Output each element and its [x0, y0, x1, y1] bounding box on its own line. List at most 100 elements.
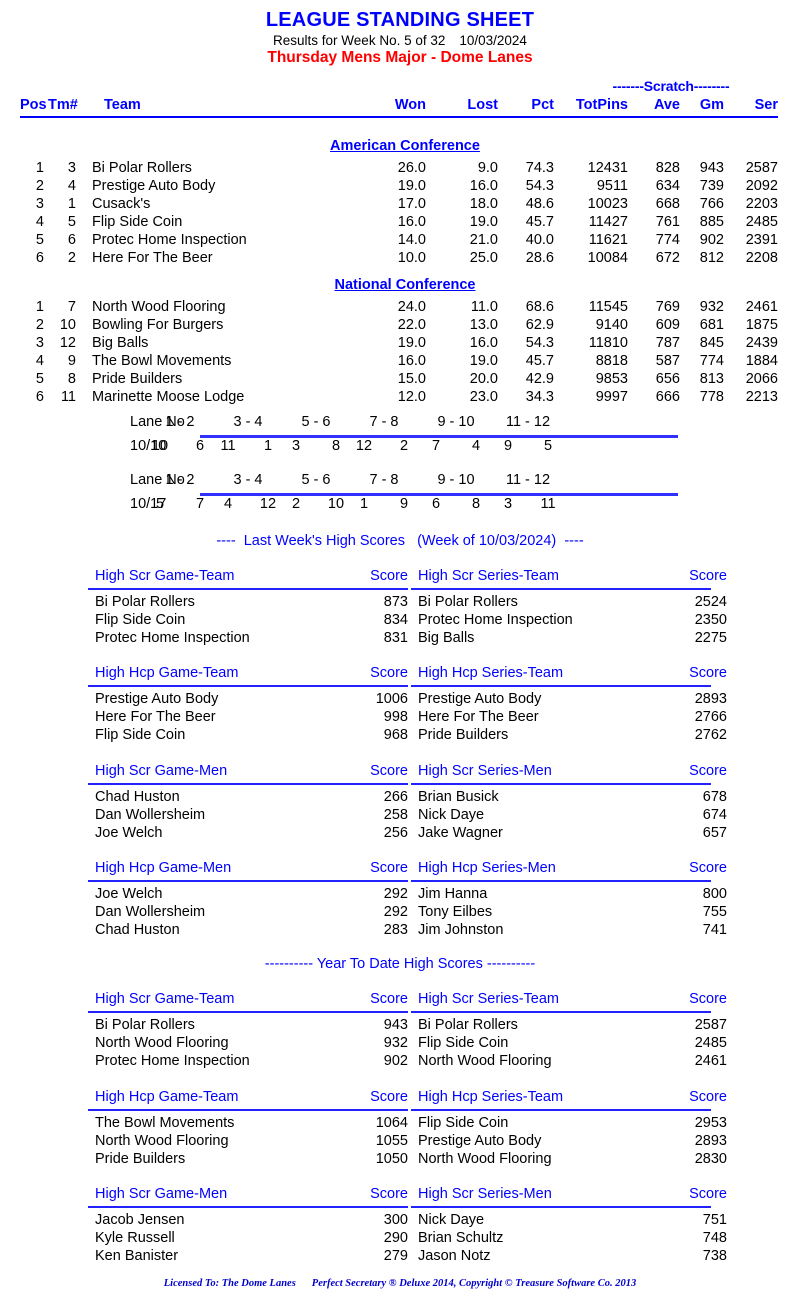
cell-ave: 587 — [655, 353, 680, 369]
cell-lost: 16.0 — [469, 335, 498, 351]
score-entry-value: 831 — [383, 630, 408, 646]
cell-won: 19.0 — [397, 178, 426, 194]
cell-ave: 656 — [655, 371, 680, 387]
cell-pos: 3 — [35, 196, 44, 212]
cell-gm: 774 — [699, 353, 724, 369]
year-to-date-banner: ---------- Year To Date High Scores ----… — [264, 956, 536, 972]
cell-won: 14.0 — [397, 232, 426, 248]
cell-totpins: 9140 — [595, 317, 628, 333]
cell-pct: 28.6 — [525, 250, 554, 266]
cell-ser: 2066 — [745, 371, 778, 387]
score-entry-value: 932 — [383, 1035, 408, 1051]
score-entry-name: Protec Home Inspection — [418, 612, 573, 628]
cell-gm: 885 — [699, 214, 724, 230]
score-entry-value: 2893 — [694, 1133, 727, 1149]
cell-team-number: 2 — [67, 250, 76, 266]
lane-pair-header-5: 9 - 10 — [437, 414, 475, 430]
banner-week: (Week of 10/03/2024) — [417, 533, 557, 549]
cell-won: 16.0 — [397, 353, 426, 369]
score-entry-name: North Wood Flooring — [95, 1133, 229, 1149]
cell-lost: 19.0 — [469, 214, 498, 230]
table-row: 3 12 Big Balls 19.0 16.0 54.3 11810 787 845 2439 — [0, 335, 800, 353]
score-entry-name: Nick Daye — [418, 1212, 485, 1228]
conference-title-1: American Conference — [330, 138, 480, 154]
cell-ave: 787 — [655, 335, 680, 351]
cell-won: 16.0 — [397, 214, 426, 230]
score-entry-value: 292 — [383, 886, 408, 902]
last-week-left-title-2: High Hcp Game-Team — [95, 665, 239, 681]
score-entry-value: 873 — [383, 594, 408, 610]
score-entry-value: 1055 — [375, 1133, 408, 1149]
year-to-date-left-title-2: High Hcp Game-Team — [95, 1089, 239, 1105]
banner-dashes-right: ---- — [564, 533, 584, 549]
cell-gm: 943 — [699, 160, 724, 176]
table-row: 6 11 Marinette Moose Lodge 12.0 23.0 34.3 9997… — [0, 389, 800, 407]
results-week-text: Results for Week No. 5 of 32 — [273, 33, 446, 48]
score-entry-name: Flip Side Coin — [95, 727, 186, 743]
cell-pct: 54.3 — [525, 335, 554, 351]
score-entry-name: Dan Wollersheim — [95, 904, 206, 920]
cell-lost: 19.0 — [469, 353, 498, 369]
year-to-date-right-title-2: High Hcp Series-Team — [418, 1089, 564, 1105]
year-to-date-left-score-header-3: Score — [370, 1186, 408, 1202]
year-to-date-right-rule-2 — [411, 1109, 711, 1111]
standings-header-rule — [20, 116, 778, 118]
cell-pct: 42.9 — [525, 371, 554, 387]
score-entry-value: 2587 — [694, 1017, 727, 1033]
cell-lost: 13.0 — [469, 317, 498, 333]
last-week-left-rule-1 — [88, 588, 408, 590]
table-row: 2 10 Bowling For Burgers 22.0 13.0 62.9 9140 60… — [0, 317, 800, 335]
lane-team-number: 5 — [155, 496, 165, 512]
cell-team-name: Pride Builders — [92, 371, 183, 387]
league-standing-sheet: LEAGUE STANDING SHEET Results for Week N… — [0, 0, 800, 1302]
footer: Licensed To: The Dome Lanes Perfect Secre… — [0, 1278, 800, 1289]
cell-won: 26.0 — [397, 160, 426, 176]
cell-team-name: North Wood Flooring — [92, 299, 226, 315]
score-entry-name: Bi Polar Rollers — [95, 1017, 195, 1033]
cell-gm: 813 — [699, 371, 724, 387]
score-entry-name: Joe Welch — [95, 825, 163, 841]
cell-lost: 9.0 — [477, 160, 498, 176]
last-week-right-score-header-1: Score — [689, 568, 727, 584]
lane-team-number: 11 — [540, 496, 556, 512]
score-entry-value: 2524 — [694, 594, 727, 610]
table-row: 5 8 Pride Builders 15.0 20.0 42.9 9853 656 813 20… — [0, 371, 800, 389]
cell-pos: 4 — [35, 214, 44, 230]
cell-ser: 2208 — [745, 250, 778, 266]
cell-won: 22.0 — [397, 317, 426, 333]
cell-ser: 2485 — [745, 214, 778, 230]
cell-gm: 778 — [699, 389, 724, 405]
lane-team-number: 3 — [291, 438, 301, 454]
score-entry-name: Pride Builders — [418, 727, 509, 743]
cell-team-number: 10 — [59, 317, 76, 333]
column-header-lost: Lost — [467, 97, 498, 113]
cell-ser: 2391 — [745, 232, 778, 248]
cell-pos: 2 — [35, 178, 44, 194]
cell-team-name: The Bowl Movements — [92, 353, 232, 369]
score-entry-value: 290 — [383, 1230, 408, 1246]
cell-lost: 20.0 — [469, 371, 498, 387]
lane-team-number: 6 — [431, 496, 441, 512]
conference-title-2: National Conference — [334, 277, 476, 293]
cell-ser: 2092 — [745, 178, 778, 194]
cell-pct: 45.7 — [525, 214, 554, 230]
cell-pos: 4 — [35, 353, 44, 369]
score-entry-name: Here For The Beer — [418, 709, 539, 725]
table-row: 3 1 Cusack's 17.0 18.0 48.6 10023 668 766 2203 — [0, 196, 800, 214]
cell-totpins: 12431 — [587, 160, 628, 176]
scratch-caption: -------Scratch-------- — [612, 78, 730, 94]
cell-lost: 25.0 — [469, 250, 498, 266]
cell-lost: 16.0 — [469, 178, 498, 194]
cell-totpins: 11810 — [588, 335, 628, 351]
year-to-date-right-title-3: High Scr Series-Men — [418, 1186, 552, 1202]
cell-pct: 62.9 — [525, 317, 554, 333]
score-entry-value: 256 — [383, 825, 408, 841]
score-entry-value: 2762 — [694, 727, 727, 743]
column-header-tmnum: Tm# — [48, 97, 78, 113]
year-to-date-left-rule-2 — [88, 1109, 408, 1111]
score-entry-value: 2275 — [694, 630, 727, 646]
score-entry-name: Jim Hanna — [418, 886, 488, 902]
score-entry-value: 2830 — [694, 1151, 727, 1167]
score-entry-name: Bi Polar Rollers — [95, 594, 195, 610]
score-entry-name: Prestige Auto Body — [418, 1133, 542, 1149]
